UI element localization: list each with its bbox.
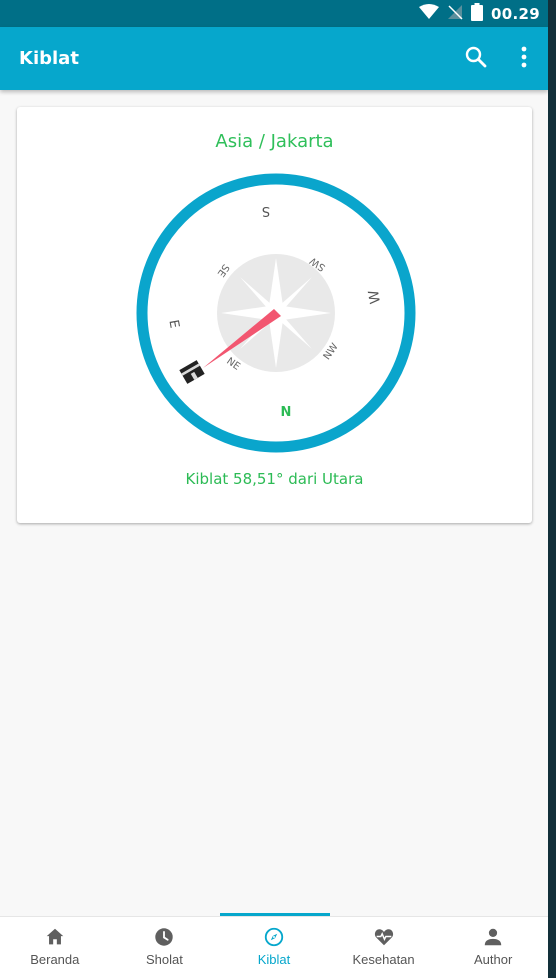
search-button[interactable] (460, 43, 492, 75)
nav-label: Kesehatan (352, 952, 415, 967)
signal-off-icon (447, 4, 463, 24)
status-icons: 00.29 (419, 0, 540, 27)
screen-edge (548, 0, 556, 978)
home-icon (44, 926, 66, 948)
more-vert-icon (521, 46, 527, 72)
nav-item-author[interactable]: Author (438, 917, 548, 978)
status-bar: 00.29 (0, 0, 548, 27)
nav-item-beranda[interactable]: Beranda (0, 917, 110, 978)
person-icon (482, 926, 504, 948)
heart-pulse-icon (373, 926, 395, 948)
location-label: Asia / Jakarta (215, 131, 334, 152)
screen: 00.29 Kiblat Asia / Jakarta S SW W NW N … (0, 0, 548, 978)
nav-item-kiblat[interactable]: Kiblat (219, 917, 329, 978)
nav-label: Kiblat (257, 952, 291, 967)
direction-s: S (262, 203, 270, 218)
direction-n: N (281, 405, 292, 420)
bottom-navigation: Beranda Sholat Kiblat Kesehatan Author (0, 916, 548, 978)
status-time: 00.29 (491, 4, 540, 23)
more-options-button[interactable] (510, 43, 538, 75)
wifi-icon (419, 3, 440, 24)
compass: S SW W NW N NE E SE (136, 173, 416, 453)
nav-label: Beranda (30, 952, 80, 967)
page-title: Kiblat (19, 48, 79, 69)
nav-item-kesehatan[interactable]: Kesehatan (329, 917, 439, 978)
nav-label: Sholat (145, 952, 183, 967)
search-icon (464, 45, 488, 73)
app-bar: Kiblat (0, 27, 548, 90)
qibla-direction-label: Kiblat 58,51° dari Utara (185, 470, 364, 488)
qibla-card: Asia / Jakarta S SW W NW N NE E SE Kibla… (17, 107, 532, 523)
nav-label: Author (474, 952, 513, 967)
clock-icon (153, 926, 175, 948)
nav-item-sholat[interactable]: Sholat (110, 917, 220, 978)
battery-icon (471, 2, 484, 25)
direction-w: W (366, 288, 384, 305)
compass-icon (263, 926, 285, 948)
